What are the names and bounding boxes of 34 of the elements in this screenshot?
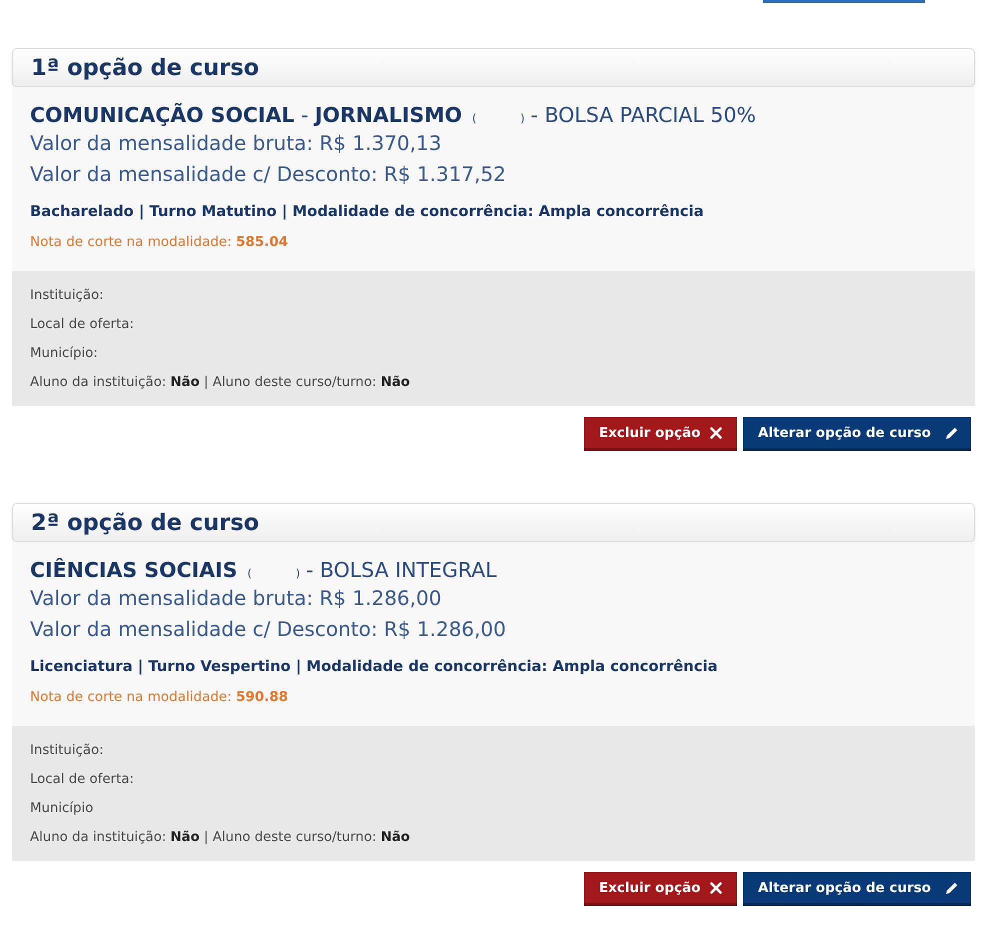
course-name: COMUNICAÇÃO SOCIAL - JORNALISMO <box>30 102 462 128</box>
section-title: 2ª opção de curso <box>31 510 260 536</box>
delete-option-button[interactable]: Excluir opção <box>584 417 737 451</box>
info-text: Instituição: <box>30 742 105 760</box>
close-icon <box>710 882 722 894</box>
edit-course-button[interactable]: Alterar opção de curso <box>743 872 971 906</box>
info-text: Local de oferta: <box>30 771 135 789</box>
info-text: Município <box>30 800 94 818</box>
course-name: CIÊNCIAS SOCIAIS <box>30 557 238 583</box>
course-details: Licenciatura | Turno Vespertino | Modalidade de concorrência: Ampla concorrência <box>30 657 719 677</box>
price-text: Valor da mensalidade bruta: R$ 1.286,00 <box>30 585 442 612</box>
info-text: Município: <box>30 345 99 363</box>
scholarship-text: - BOLSA PARCIAL 50% <box>530 102 756 128</box>
parenthesis: ( <box>472 111 476 127</box>
edit-course-button[interactable]: Alterar opção de curso <box>743 417 971 451</box>
price-text: Valor da mensalidade bruta: R$ 1.370,13 <box>30 130 442 157</box>
info-text: Instituição: <box>30 287 105 305</box>
pencil-icon <box>945 426 959 440</box>
price-text: Valor da mensalidade c/ Desconto: R$ 1.286,00 <box>30 616 507 643</box>
parenthesis: ( <box>247 566 252 582</box>
scholarship-text: - BOLSA INTEGRAL <box>306 557 497 583</box>
parenthesis: ) <box>520 111 525 127</box>
course-details: Bacharelado | Turno Matutino | Modalidade de concorrência: Ampla concorrência <box>30 202 705 222</box>
info-text: Local de oferta: <box>30 316 135 334</box>
pencil-icon <box>945 880 959 894</box>
cutoff-score: Nota de corte na modalidade: 590.88 <box>30 688 290 707</box>
info-text: Aluno da instituição: Não | Aluno deste curso/turno: Não <box>30 829 411 847</box>
price-text: Valor da mensalidade c/ Desconto: R$ 1.317,52 <box>30 161 507 188</box>
section-title: 1ª opção de curso <box>31 54 260 80</box>
parenthesis: ) <box>296 566 300 582</box>
delete-option-button[interactable]: Excluir opção <box>584 872 737 906</box>
info-text: Aluno da instituição: Não | Aluno deste curso/turno: Não <box>30 374 411 392</box>
close-icon <box>710 426 722 438</box>
cutoff-score: Nota de corte na modalidade: 585.04 <box>30 233 290 252</box>
